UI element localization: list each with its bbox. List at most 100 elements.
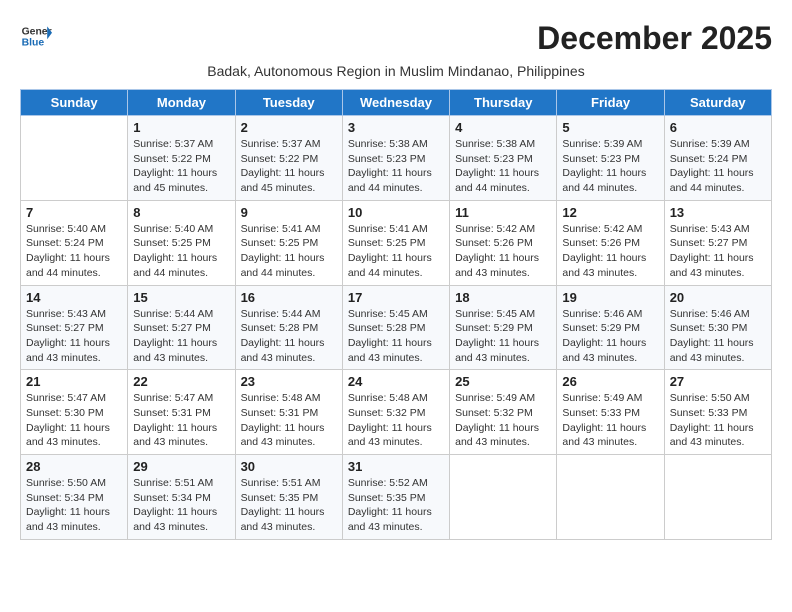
logo-icon: General Blue [20,20,52,52]
day-info: Sunrise: 5:40 AM Sunset: 5:24 PM Dayligh… [26,222,122,281]
day-info: Sunrise: 5:52 AM Sunset: 5:35 PM Dayligh… [348,476,444,535]
calendar-cell: 5Sunrise: 5:39 AM Sunset: 5:23 PM Daylig… [557,116,664,201]
day-number: 24 [348,374,444,389]
day-info: Sunrise: 5:42 AM Sunset: 5:26 PM Dayligh… [562,222,658,281]
day-number: 11 [455,205,551,220]
day-info: Sunrise: 5:44 AM Sunset: 5:27 PM Dayligh… [133,307,229,366]
day-of-week-header: Tuesday [235,90,342,116]
calendar-cell: 17Sunrise: 5:45 AM Sunset: 5:28 PM Dayli… [342,285,449,370]
day-info: Sunrise: 5:50 AM Sunset: 5:34 PM Dayligh… [26,476,122,535]
calendar-table: SundayMondayTuesdayWednesdayThursdayFrid… [20,89,772,540]
calendar-cell: 24 Sunrise: 5:48 AM Sunset: 5:32 PM Dayli… [342,370,449,455]
page-header: General Blue December 2025 [20,20,772,57]
day-info: Sunrise: 5:38 AM Sunset: 5:23 PM Dayligh… [348,137,444,196]
calendar-cell: 28 Sunrise: 5:50 AM Sunset: 5:34 PM Dayli… [21,455,128,540]
day-of-week-header: Friday [557,90,664,116]
calendar-week-row: 28 Sunrise: 5:50 AM Sunset: 5:34 PM Dayli… [21,455,772,540]
day-info: Sunrise: 5:43 AM Sunset: 5:27 PM Dayligh… [670,222,766,281]
calendar-cell: 18 Sunrise: 5:45 AM Sunset: 5:29 PM Dayli… [450,285,557,370]
day-number: 6 [670,120,766,135]
calendar-body: 1 Sunrise: 5:37 AM Sunset: 5:22 PM Daylig… [21,116,772,540]
day-number: 16 [241,290,337,305]
day-info: Sunrise: 5:37 AM Sunset: 5:22 PM Dayligh… [241,137,337,196]
day-info: Sunrise: 5:47 AM Sunset: 5:30 PM Dayligh… [26,391,122,450]
day-number: 19 [562,290,658,305]
calendar-cell: 13 Sunrise: 5:43 AM Sunset: 5:27 PM Dayli… [664,200,771,285]
day-info: Sunrise: 5:48 AM Sunset: 5:32 PM Dayligh… [348,391,444,450]
calendar-week-row: 1 Sunrise: 5:37 AM Sunset: 5:22 PM Daylig… [21,116,772,201]
calendar-cell: 10Sunrise: 5:41 AM Sunset: 5:25 PM Dayli… [342,200,449,285]
day-number: 4 [455,120,551,135]
calendar-cell: 16 Sunrise: 5:44 AM Sunset: 5:28 PM Dayli… [235,285,342,370]
calendar-week-row: 14Sunrise: 5:43 AM Sunset: 5:27 PM Dayli… [21,285,772,370]
calendar-cell [664,455,771,540]
calendar-cell: 7 Sunrise: 5:40 AM Sunset: 5:24 PM Daylig… [21,200,128,285]
day-info: Sunrise: 5:49 AM Sunset: 5:32 PM Dayligh… [455,391,551,450]
calendar-cell: 19Sunrise: 5:46 AM Sunset: 5:29 PM Dayli… [557,285,664,370]
day-info: Sunrise: 5:48 AM Sunset: 5:31 PM Dayligh… [241,391,337,450]
month-title: December 2025 [537,20,772,57]
calendar-header-row: SundayMondayTuesdayWednesdayThursdayFrid… [21,90,772,116]
calendar-cell: 6 Sunrise: 5:39 AM Sunset: 5:24 PM Daylig… [664,116,771,201]
day-info: Sunrise: 5:47 AM Sunset: 5:31 PM Dayligh… [133,391,229,450]
day-info: Sunrise: 5:42 AM Sunset: 5:26 PM Dayligh… [455,222,551,281]
calendar-week-row: 21Sunrise: 5:47 AM Sunset: 5:30 PM Dayli… [21,370,772,455]
svg-text:Blue: Blue [22,38,45,49]
logo: General Blue [20,20,56,52]
calendar-cell: 2Sunrise: 5:37 AM Sunset: 5:22 PM Daylig… [235,116,342,201]
day-number: 7 [26,205,122,220]
day-info: Sunrise: 5:39 AM Sunset: 5:24 PM Dayligh… [670,137,766,196]
day-number: 25 [455,374,551,389]
day-number: 28 [26,459,122,474]
day-of-week-header: Sunday [21,90,128,116]
calendar-cell: 27 Sunrise: 5:50 AM Sunset: 5:33 PM Dayli… [664,370,771,455]
calendar-cell [557,455,664,540]
day-info: Sunrise: 5:50 AM Sunset: 5:33 PM Dayligh… [670,391,766,450]
day-of-week-header: Saturday [664,90,771,116]
day-info: Sunrise: 5:37 AM Sunset: 5:22 PM Dayligh… [133,137,229,196]
calendar-cell: 31 Sunrise: 5:52 AM Sunset: 5:35 PM Dayli… [342,455,449,540]
day-info: Sunrise: 5:46 AM Sunset: 5:30 PM Dayligh… [670,307,766,366]
calendar-cell: 15 Sunrise: 5:44 AM Sunset: 5:27 PM Dayli… [128,285,235,370]
calendar-cell: 25 Sunrise: 5:49 AM Sunset: 5:32 PM Dayli… [450,370,557,455]
calendar-cell: 3 Sunrise: 5:38 AM Sunset: 5:23 PM Daylig… [342,116,449,201]
calendar-week-row: 7 Sunrise: 5:40 AM Sunset: 5:24 PM Daylig… [21,200,772,285]
day-number: 8 [133,205,229,220]
calendar-cell [21,116,128,201]
day-info: Sunrise: 5:45 AM Sunset: 5:28 PM Dayligh… [348,307,444,366]
day-info: Sunrise: 5:44 AM Sunset: 5:28 PM Dayligh… [241,307,337,366]
day-info: Sunrise: 5:51 AM Sunset: 5:34 PM Dayligh… [133,476,229,535]
day-number: 14 [26,290,122,305]
calendar-cell: 22 Sunrise: 5:47 AM Sunset: 5:31 PM Dayli… [128,370,235,455]
day-number: 27 [670,374,766,389]
day-number: 22 [133,374,229,389]
day-number: 1 [133,120,229,135]
day-info: Sunrise: 5:51 AM Sunset: 5:35 PM Dayligh… [241,476,337,535]
day-info: Sunrise: 5:45 AM Sunset: 5:29 PM Dayligh… [455,307,551,366]
calendar-cell: 11 Sunrise: 5:42 AM Sunset: 5:26 PM Dayli… [450,200,557,285]
day-number: 20 [670,290,766,305]
calendar-cell: 9Sunrise: 5:41 AM Sunset: 5:25 PM Daylig… [235,200,342,285]
day-number: 30 [241,459,337,474]
day-info: Sunrise: 5:38 AM Sunset: 5:23 PM Dayligh… [455,137,551,196]
day-of-week-header: Thursday [450,90,557,116]
day-number: 26 [562,374,658,389]
day-of-week-header: Wednesday [342,90,449,116]
calendar-cell: 26Sunrise: 5:49 AM Sunset: 5:33 PM Dayli… [557,370,664,455]
day-number: 15 [133,290,229,305]
day-number: 3 [348,120,444,135]
calendar-cell: 21Sunrise: 5:47 AM Sunset: 5:30 PM Dayli… [21,370,128,455]
day-number: 18 [455,290,551,305]
calendar-cell [450,455,557,540]
day-of-week-header: Monday [128,90,235,116]
day-info: Sunrise: 5:40 AM Sunset: 5:25 PM Dayligh… [133,222,229,281]
calendar-cell: 14Sunrise: 5:43 AM Sunset: 5:27 PM Dayli… [21,285,128,370]
day-number: 13 [670,205,766,220]
calendar-cell: 8 Sunrise: 5:40 AM Sunset: 5:25 PM Daylig… [128,200,235,285]
day-info: Sunrise: 5:39 AM Sunset: 5:23 PM Dayligh… [562,137,658,196]
calendar-cell: 20 Sunrise: 5:46 AM Sunset: 5:30 PM Dayli… [664,285,771,370]
day-number: 31 [348,459,444,474]
calendar-cell: 29 Sunrise: 5:51 AM Sunset: 5:34 PM Dayli… [128,455,235,540]
day-number: 29 [133,459,229,474]
calendar-cell: 30 Sunrise: 5:51 AM Sunset: 5:35 PM Dayli… [235,455,342,540]
